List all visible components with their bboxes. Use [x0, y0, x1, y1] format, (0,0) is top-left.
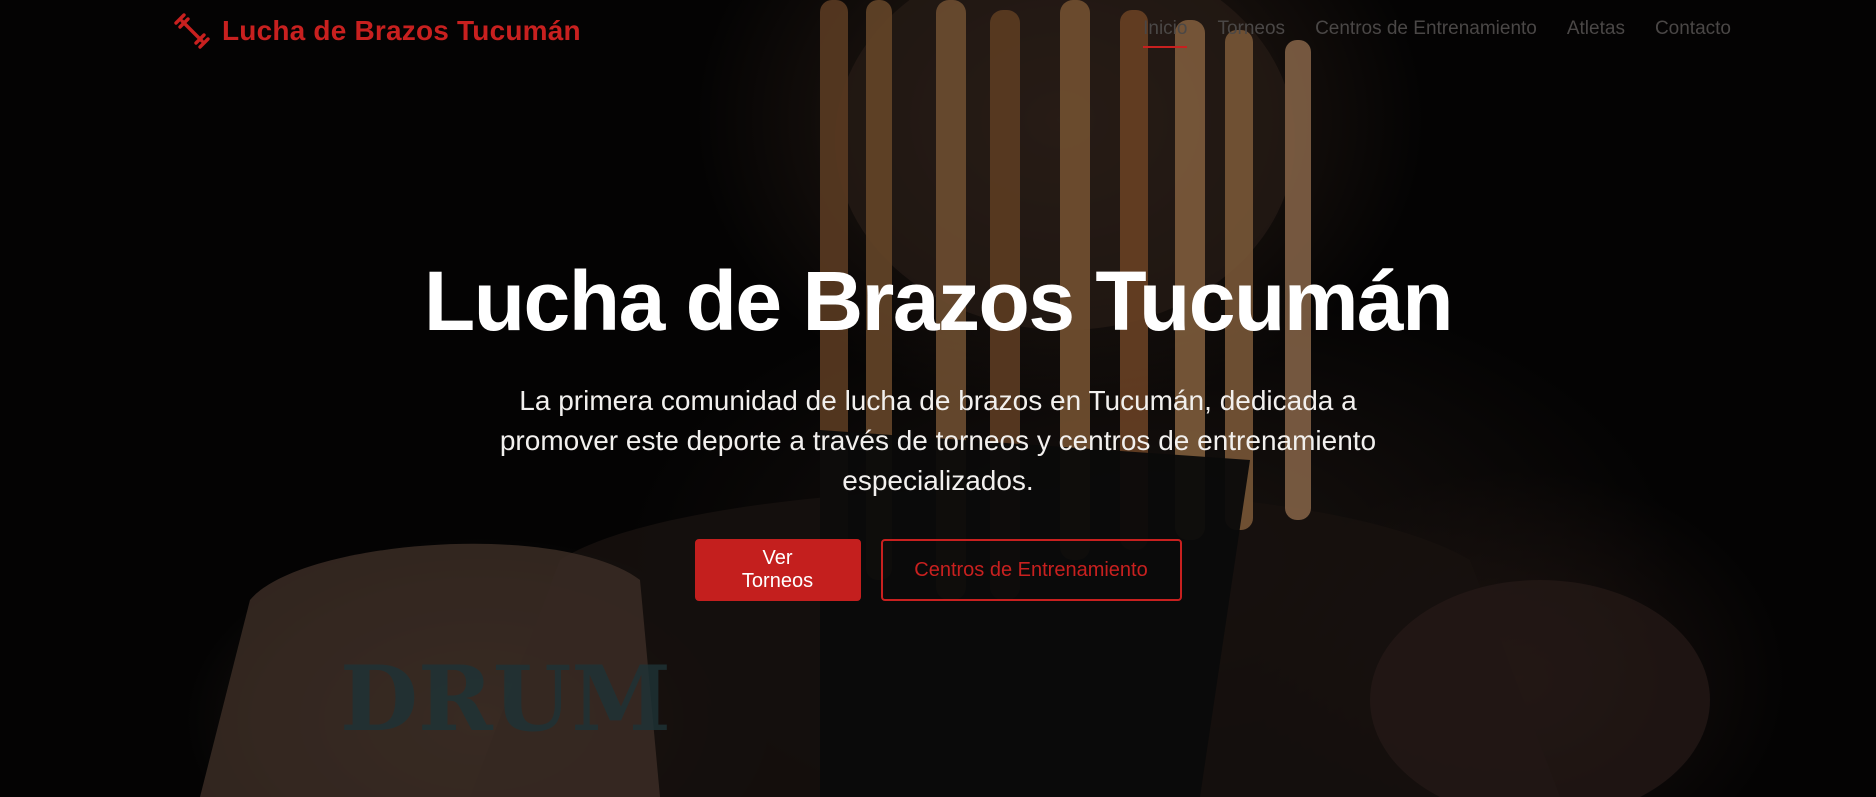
- hero-title: Lucha de Brazos Tucumán: [423, 254, 1454, 348]
- nav-menu: Inicio Torneos Centros de Entrenamiento …: [1143, 18, 1731, 48]
- hero-section: DRUM Lucha de Brazos Tucumán Inicio Torn…: [0, 0, 1876, 797]
- nav-item-contacto: Contacto: [1655, 18, 1731, 40]
- hero-content: Lucha de Brazos Tucumán La primera comun…: [0, 254, 1876, 602]
- hero-subtitle: La primera comunidad de lucha de brazos …: [499, 385, 1377, 497]
- hero-cta-group: Ver Torneos Centros de Entrenamiento: [0, 539, 1876, 602]
- nav-link-torneos[interactable]: Torneos: [1217, 18, 1285, 46]
- brand-logo-link[interactable]: Lucha de Brazos Tucumán: [172, 11, 581, 51]
- centros-de-entrenamiento-button[interactable]: Centros de Entrenamiento: [880, 539, 1182, 602]
- ver-torneos-button[interactable]: Ver Torneos: [694, 539, 861, 602]
- nav-link-atletas[interactable]: Atletas: [1567, 18, 1625, 46]
- nav-link-inicio[interactable]: Inicio: [1143, 18, 1188, 48]
- brand-name: Lucha de Brazos Tucumán: [222, 15, 581, 46]
- navbar: Lucha de Brazos Tucumán Inicio Torneos C…: [0, 0, 1876, 62]
- nav-item-atletas: Atletas: [1567, 18, 1625, 40]
- nav-item-torneos: Torneos: [1217, 18, 1285, 40]
- dumbbell-icon: [172, 11, 212, 51]
- nav-item-centros: Centros de Entrenamiento: [1315, 18, 1537, 40]
- nav-link-contacto[interactable]: Contacto: [1655, 18, 1731, 46]
- nav-item-inicio: Inicio: [1143, 18, 1188, 48]
- nav-link-centros-de-entrenamiento[interactable]: Centros de Entrenamiento: [1315, 18, 1537, 46]
